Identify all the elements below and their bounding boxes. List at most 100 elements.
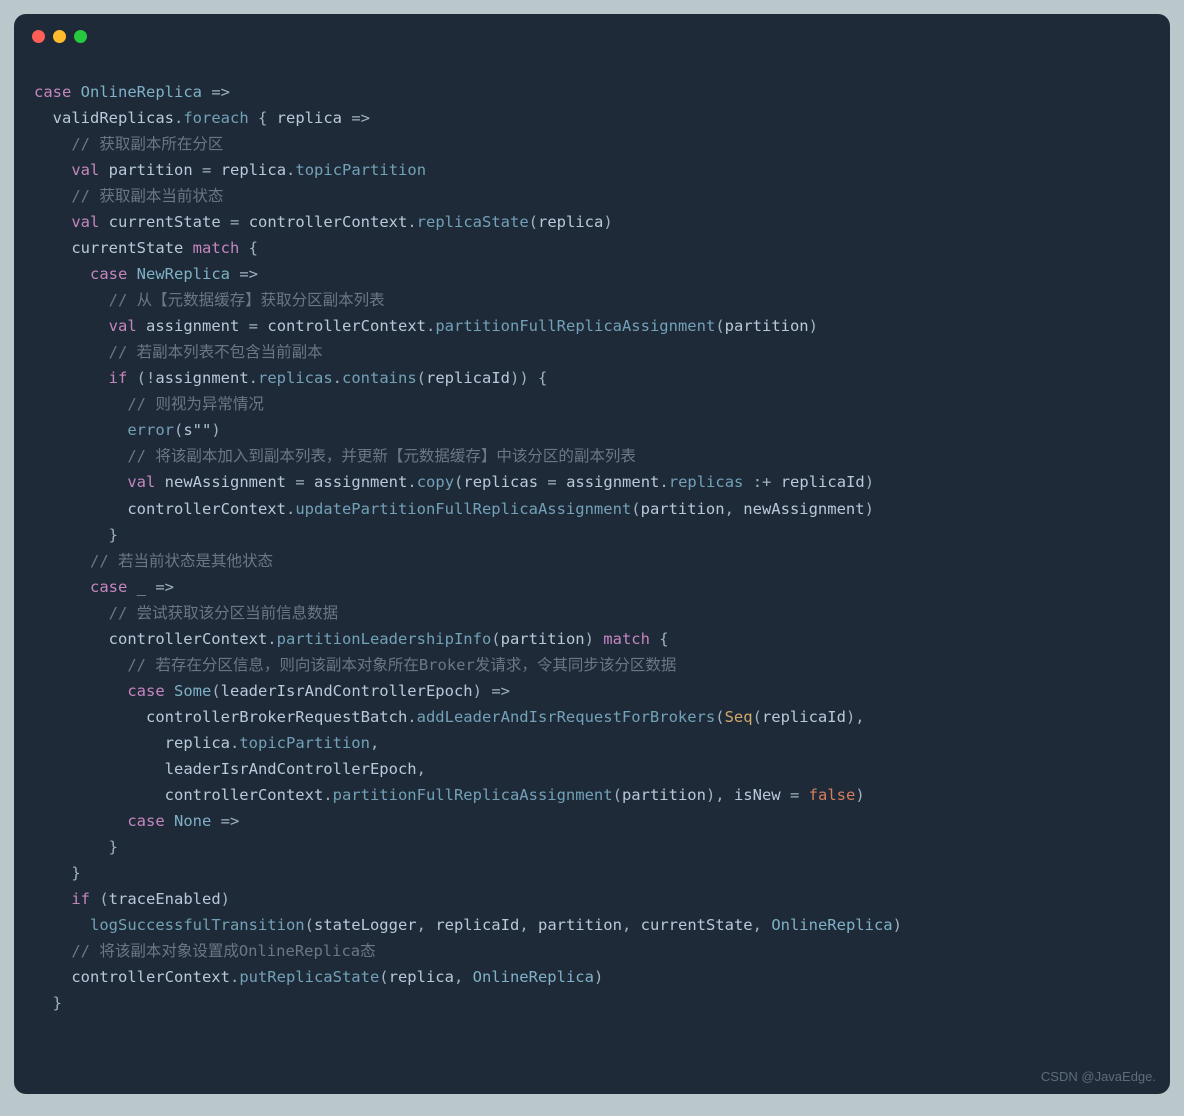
token-ident: replicaId	[762, 708, 846, 726]
code-line: validReplicas.foreach { replica =>	[34, 105, 1150, 131]
token-plain	[221, 213, 230, 231]
code-line: // 则视为异常情况	[34, 391, 1150, 417]
code-line: if (traceEnabled)	[34, 886, 1150, 912]
token-punct: (	[305, 916, 314, 934]
token-ident: replica	[277, 109, 342, 127]
code-line: controllerContext.partitionLeadershipInf…	[34, 626, 1150, 652]
token-ident: partition	[641, 500, 725, 518]
token-method: partitionFullReplicaAssignment	[435, 317, 715, 335]
token-plain	[230, 265, 239, 283]
token-plain	[193, 161, 202, 179]
token-plain	[137, 317, 146, 335]
code-line: controllerContext.partitionFullReplicaAs…	[34, 782, 1150, 808]
token-punct: {	[650, 630, 669, 648]
token-ident: controllerContext	[127, 500, 286, 518]
token-keyword: case	[127, 682, 164, 700]
token-punct: .	[426, 317, 435, 335]
token-ident: currentState	[71, 239, 183, 257]
token-punct: (	[631, 500, 640, 518]
minimize-icon[interactable]	[53, 30, 66, 43]
token-punct: =	[230, 213, 239, 231]
code-line: case OnlineReplica =>	[34, 79, 1150, 105]
token-ident: newAssignment	[165, 473, 286, 491]
token-punct: _	[127, 578, 155, 596]
token-ident: partition	[109, 161, 193, 179]
token-method: foreach	[183, 109, 248, 127]
code-line: error(s"")	[34, 417, 1150, 443]
token-ident: controllerContext	[109, 630, 268, 648]
token-ident: assignment	[566, 473, 659, 491]
token-punct: ,	[417, 916, 436, 934]
close-icon[interactable]	[32, 30, 45, 43]
token-method: partitionLeadershipInfo	[277, 630, 492, 648]
token-punct: .	[286, 161, 295, 179]
token-punct: .	[230, 968, 239, 986]
token-punct: )	[211, 421, 220, 439]
token-punct: .	[286, 500, 295, 518]
token-ident: partition	[725, 317, 809, 335]
code-line: controllerBrokerRequestBatch.addLeaderAn…	[34, 704, 1150, 730]
token-type: OnlineReplica	[771, 916, 892, 934]
token-param: Seq	[725, 708, 753, 726]
token-punct: .	[323, 786, 332, 804]
token-bool: false	[809, 786, 856, 804]
code-line: val currentState = controllerContext.rep…	[34, 209, 1150, 235]
token-punct: )	[473, 682, 492, 700]
token-ident: controllerContext	[71, 968, 230, 986]
code-line: // 获取副本当前状态	[34, 183, 1150, 209]
token-method: copy	[417, 473, 454, 491]
code-line: leaderIsrAndControllerEpoch,	[34, 756, 1150, 782]
token-plain	[211, 812, 220, 830]
token-plain	[211, 161, 220, 179]
token-punct: ,	[622, 916, 641, 934]
token-keyword: val	[71, 213, 99, 231]
token-punct: .	[249, 369, 258, 387]
token-punct: ,	[454, 968, 473, 986]
token-punct: (	[715, 708, 724, 726]
token-punct: ),	[846, 708, 865, 726]
token-punct: .	[407, 708, 416, 726]
token-ident: replica	[538, 213, 603, 231]
token-punct: =>	[491, 682, 510, 700]
token-punct: }	[71, 864, 80, 882]
token-punct: )	[865, 473, 874, 491]
token-punct: =>	[351, 109, 370, 127]
token-punct: ,	[725, 500, 744, 518]
token-ident: replicaId	[781, 473, 865, 491]
token-comment: // 将该副本加入到副本列表，并更新【元数据缓存】中该分区的副本列表	[127, 447, 636, 465]
token-punct: }	[53, 994, 62, 1012]
token-plain	[165, 682, 174, 700]
token-ident: partition	[622, 786, 706, 804]
token-method: error	[127, 421, 174, 439]
token-method: logSuccessfulTransition	[90, 916, 305, 934]
token-method: replicaState	[417, 213, 529, 231]
token-punct: (	[529, 213, 538, 231]
token-punct: =>	[155, 578, 174, 596]
window-titlebar	[14, 14, 1170, 51]
token-plain	[165, 812, 174, 830]
token-keyword: if	[109, 369, 128, 387]
token-plain	[239, 213, 248, 231]
token-punct: )	[893, 916, 902, 934]
token-ident: newAssignment	[743, 500, 864, 518]
token-keyword: case	[90, 578, 127, 596]
token-ident: currentState	[641, 916, 753, 934]
token-punct: (	[454, 473, 463, 491]
token-plain	[781, 786, 790, 804]
code-line: case NewReplica =>	[34, 261, 1150, 287]
token-comment: // 获取副本所在分区	[71, 135, 223, 153]
token-comment: // 若存在分区信息，则向该副本对象所在Broker发请求，令其同步该分区数据	[127, 656, 676, 674]
token-keyword: match	[193, 239, 240, 257]
token-plain	[71, 83, 80, 101]
token-method: partitionFullReplicaAssignment	[333, 786, 613, 804]
code-line: // 将该副本对象设置成OnlineReplica态	[34, 938, 1150, 964]
token-punct: (	[211, 682, 220, 700]
token-punct: }	[109, 526, 118, 544]
token-punct: }	[109, 838, 118, 856]
token-punct: .	[230, 734, 239, 752]
maximize-icon[interactable]	[74, 30, 87, 43]
token-plain	[342, 109, 351, 127]
token-punct: .	[267, 630, 276, 648]
token-type: None	[174, 812, 211, 830]
token-punct: =	[202, 161, 211, 179]
